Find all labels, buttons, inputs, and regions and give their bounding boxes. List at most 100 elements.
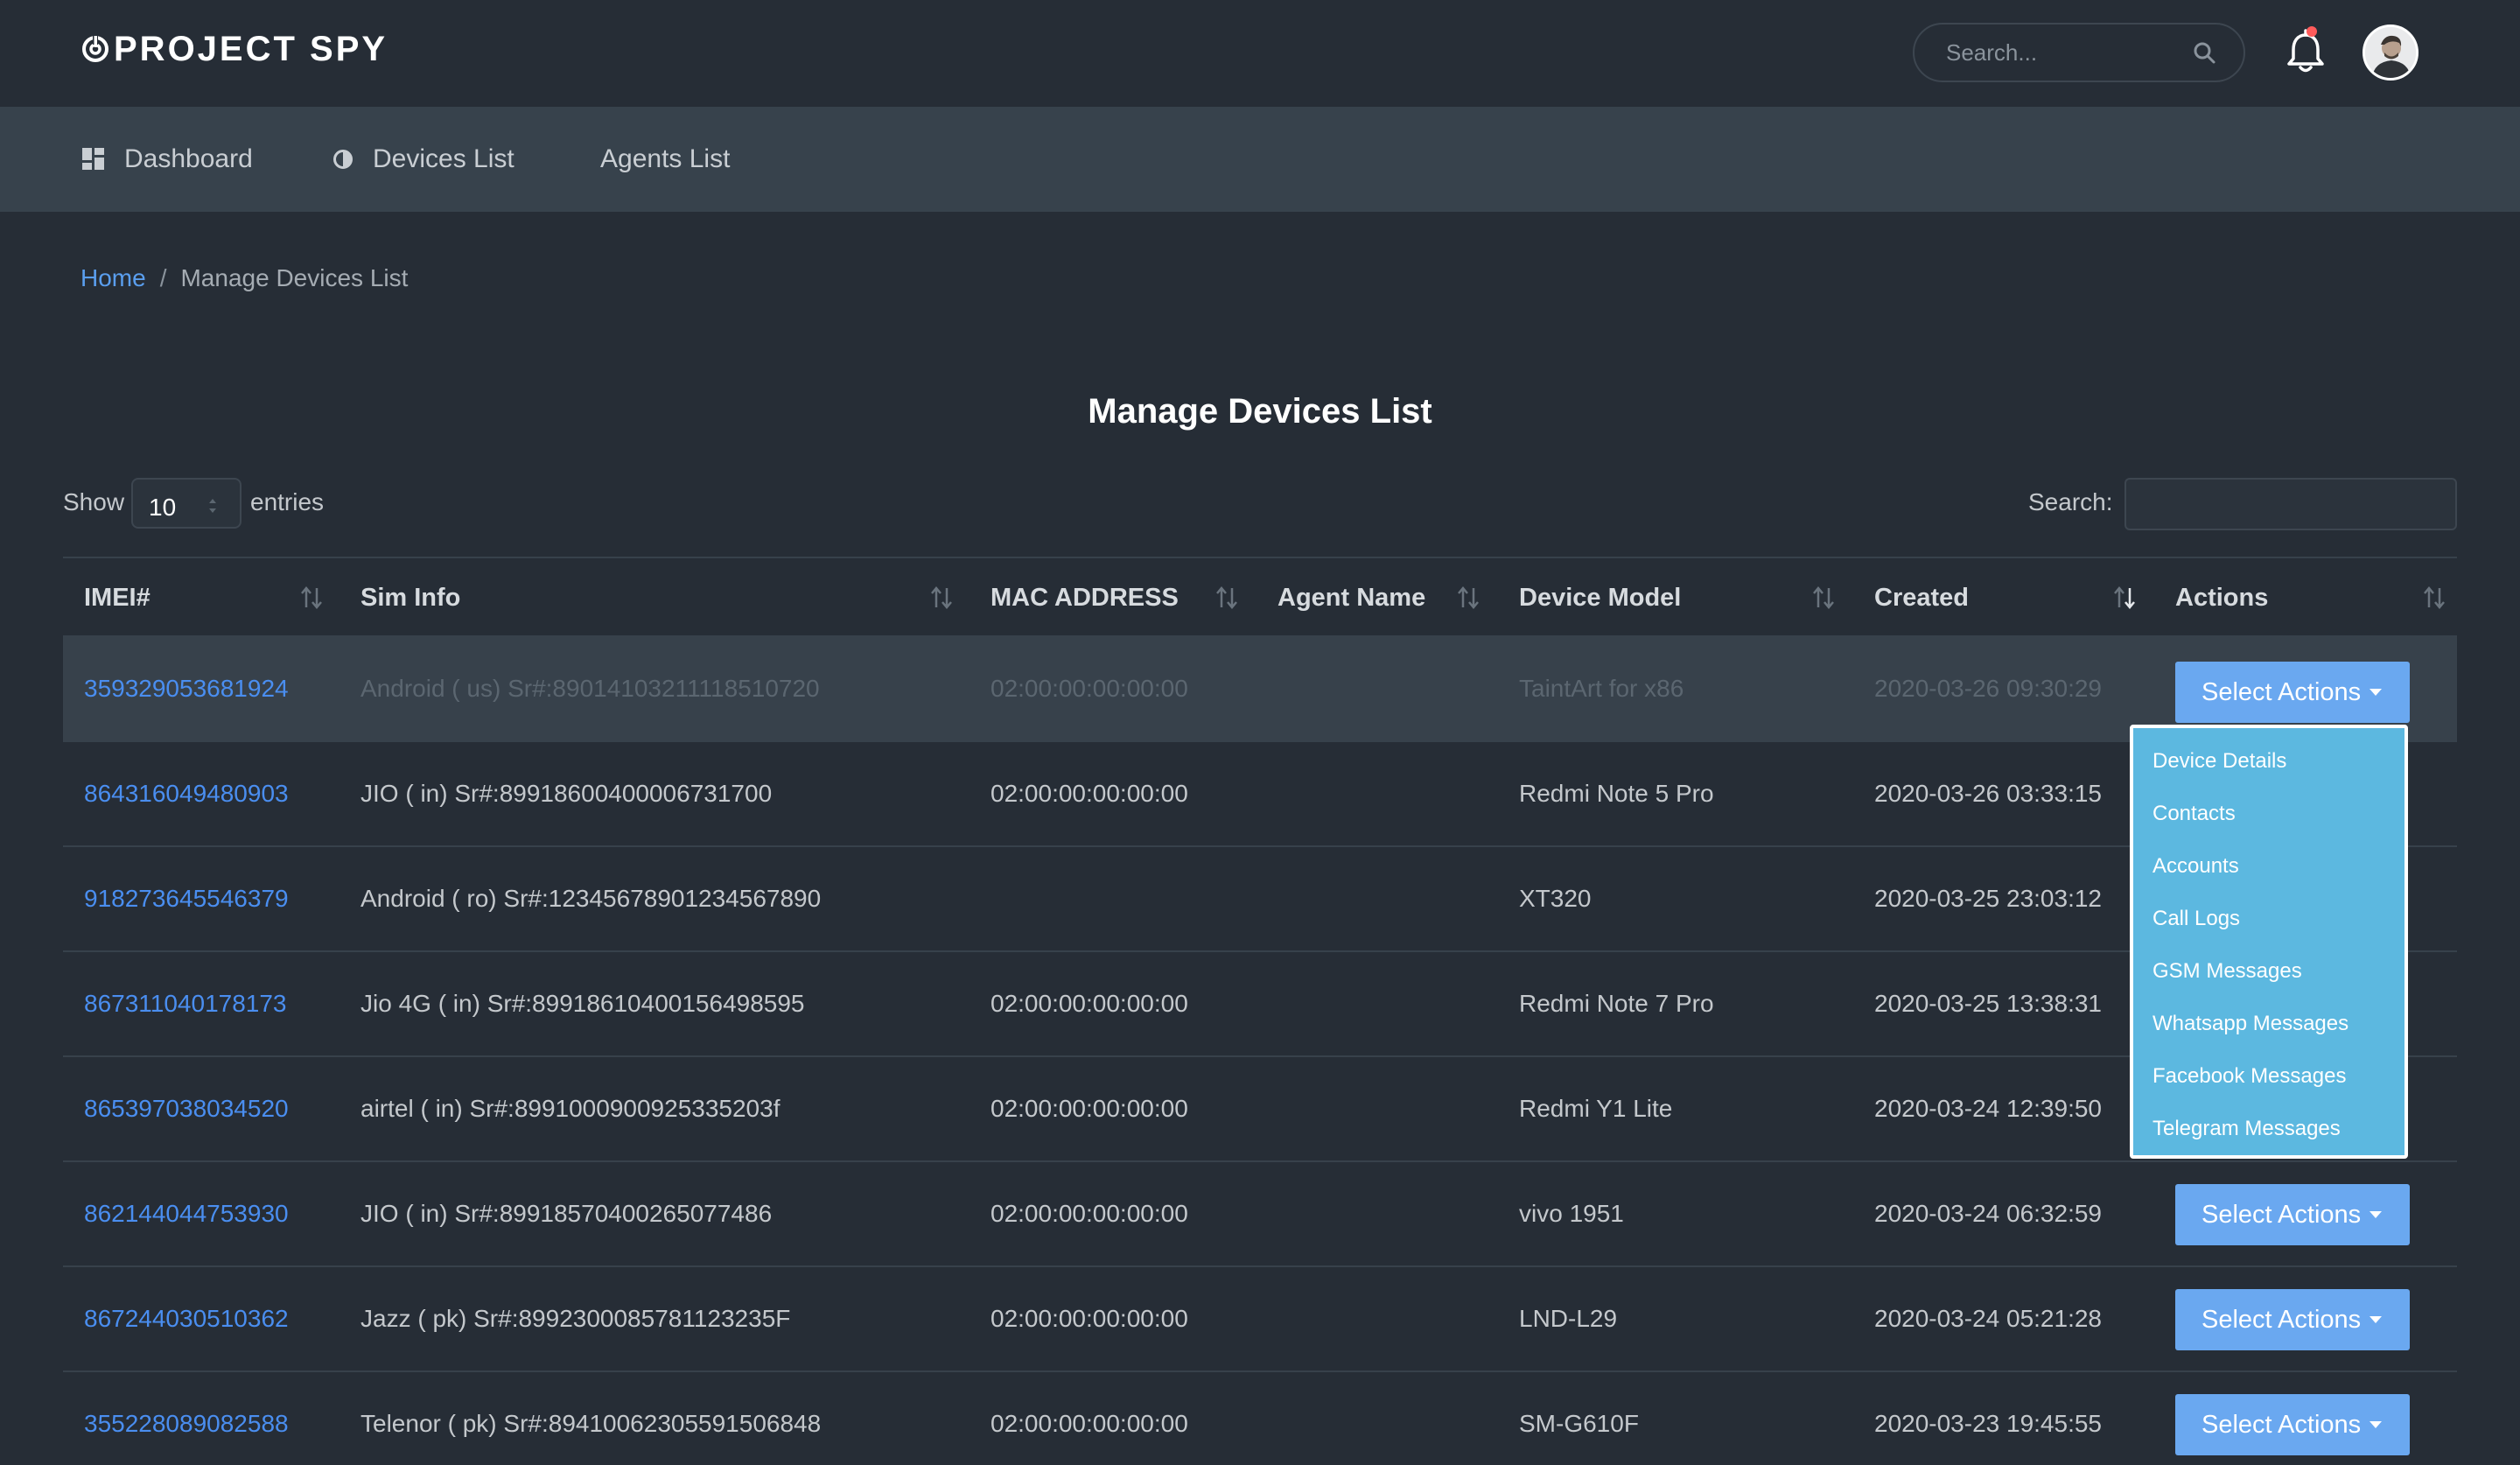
device-model-cell: Redmi Note 7 Pro <box>1519 990 1714 1017</box>
column-header-device-model[interactable]: Device Model <box>1519 558 1681 637</box>
menu-item-telegram-messages[interactable]: Telegram Messages <box>2152 1111 2341 1146</box>
sort-icon[interactable] <box>1456 585 1480 611</box>
brand-logo[interactable]: PROJECT SPY <box>80 30 388 68</box>
breadcrumb-current: Manage Devices List <box>180 264 409 291</box>
column-header-sim-info[interactable]: Sim Info <box>360 558 460 637</box>
created-cell: 2020-03-25 23:03:12 <box>1874 885 2102 912</box>
nav-item-label: Devices List <box>373 144 514 173</box>
imei-link[interactable]: 864316049480903 <box>84 742 289 845</box>
table-search-input[interactable] <box>2124 478 2457 530</box>
select-actions-button[interactable]: Select Actions <box>2175 1289 2410 1350</box>
nav-item-agents-list[interactable]: Agents List <box>600 107 730 212</box>
column-header-agent-name[interactable]: Agent Name <box>1278 558 1425 637</box>
menu-item-accounts[interactable]: Accounts <box>2152 849 2239 884</box>
nav-item-label: Agents List <box>600 144 731 173</box>
created-cell: 2020-03-26 09:30:29 <box>1874 675 2102 702</box>
imei-link[interactable]: 865397038034520 <box>84 1057 289 1160</box>
mac-address-cell: 02:00:00:00:00:00 <box>990 780 1188 807</box>
sort-icon[interactable] <box>1214 585 1239 611</box>
sim-info-cell: JIO ( in) Sr#:89918600400006731700 <box>360 780 773 807</box>
select-actions-button[interactable]: Select Actions <box>2175 1184 2410 1245</box>
table-search-label: Search: <box>2028 488 2113 515</box>
created-cell: 2020-03-24 06:32:59 <box>1874 1200 2102 1227</box>
breadcrumb-separator: / <box>159 264 167 291</box>
menu-item-gsm-messages[interactable]: GSM Messages <box>2152 954 2302 989</box>
page-title: Manage Devices List <box>1088 392 1432 431</box>
created-cell: 2020-03-26 03:33:15 <box>1874 780 2102 807</box>
select-actions-label: Select Actions <box>2202 1410 2362 1439</box>
table-header: IMEI# Sim Info MAC ADDRESS Agent Name De… <box>63 557 2457 637</box>
select-actions-button[interactable]: Select Actions <box>2175 662 2410 723</box>
brand-name: PROJECT SPY <box>114 29 388 68</box>
device-model-cell: LND-L29 <box>1519 1305 1618 1332</box>
sort-icon[interactable] <box>2422 585 2446 611</box>
sim-info-cell: Android ( us) Sr#:8901410321111851072​0 <box>360 675 820 702</box>
sort-desc-icon[interactable] <box>2112 585 2137 611</box>
column-header-actions[interactable]: Actions <box>2175 558 2268 637</box>
created-cell: 2020-03-25 13:38:31 <box>1874 990 2102 1017</box>
table-row[interactable]: 355228089082588 Telenor ( pk) Sr#:894100… <box>63 1372 2457 1465</box>
mac-address-cell: 02:00:00:00:00:00 <box>990 990 1188 1017</box>
created-cell: 2020-03-24 12:39:50 <box>1874 1095 2102 1122</box>
mac-address-cell: 02:00:00:00:00:00 <box>990 1410 1188 1437</box>
imei-link[interactable]: 359329053681924 <box>84 637 289 740</box>
breadcrumb-home-link[interactable]: Home <box>80 264 146 292</box>
table-row[interactable]: 359329053681924 Android ( us) Sr#:890141… <box>63 637 2457 742</box>
menu-item-facebook-messages[interactable]: Facebook Messages <box>2152 1059 2346 1094</box>
menu-item-device-details[interactable]: Device Details <box>2152 744 2286 779</box>
mac-address-cell: 02:00:00:00:00:00 <box>990 1095 1188 1122</box>
select-actions-button[interactable]: Select Actions <box>2175 1394 2410 1455</box>
header-search-input[interactable] <box>1946 35 2191 70</box>
power-logo-icon <box>82 34 108 62</box>
search-icon[interactable] <box>2190 39 2220 68</box>
notification-bell-icon[interactable] <box>2284 28 2328 75</box>
table-row[interactable]: 867311040178173 Jio 4G ( in) Sr#:8991861… <box>63 952 2457 1057</box>
sim-info-cell: Android ( ro) Sr#:12345678901234567890 <box>360 885 822 912</box>
table-row[interactable]: 918273645546379 Android ( ro) Sr#:123456… <box>63 847 2457 952</box>
main-nav: Dashboard Devices List Agents List <box>0 107 2520 212</box>
caret-down-icon <box>2370 689 2382 696</box>
table-row[interactable]: 862144044753930 JIO ( in) Sr#:8991857040… <box>63 1162 2457 1267</box>
caret-down-icon <box>2370 1421 2382 1428</box>
menu-item-whatsapp-messages[interactable]: Whatsapp Messages <box>2152 1006 2348 1041</box>
sort-icon[interactable] <box>1811 585 1836 611</box>
top-bar: PROJECT SPY <box>0 0 2520 107</box>
device-model-cell: SM-G610F <box>1519 1410 1639 1437</box>
entries-selected-value: 10 <box>149 494 177 521</box>
devices-icon <box>333 150 353 169</box>
imei-link[interactable]: 867244030510362 <box>84 1267 289 1370</box>
device-model-cell: TaintArt for x86 <box>1519 675 1684 702</box>
avatar-photo-icon <box>2365 27 2416 78</box>
select-actions-label: Select Actions <box>2202 1305 2362 1334</box>
notification-badge <box>2306 26 2317 37</box>
sort-icon[interactable] <box>929 585 954 611</box>
created-cell: 2020-03-23 19:45:55 <box>1874 1410 2102 1437</box>
user-avatar[interactable] <box>2362 25 2418 81</box>
imei-link[interactable]: 918273645546379 <box>84 847 289 950</box>
sort-icon[interactable] <box>299 585 324 611</box>
table-row[interactable]: 867244030510362 Jazz ( pk) Sr#:899230008… <box>63 1267 2457 1372</box>
column-header-created[interactable]: Created <box>1874 558 1969 637</box>
column-header-imei[interactable]: IMEI# <box>84 558 150 637</box>
column-header-mac-address[interactable]: MAC ADDRESS <box>990 558 1179 637</box>
header-search[interactable] <box>1913 23 2245 82</box>
imei-link[interactable]: 355228089082588 <box>84 1372 289 1465</box>
nav-item-devices-list[interactable]: Devices List <box>332 107 514 212</box>
device-model-cell: vivo 1951 <box>1519 1200 1624 1227</box>
menu-item-contacts[interactable]: Contacts <box>2152 796 2236 831</box>
caret-down-icon <box>2370 1316 2382 1323</box>
entries-per-page-select[interactable]: 10 <box>131 478 242 529</box>
mac-address-cell: 02:00:00:00:00:00 <box>990 1200 1188 1227</box>
table-row[interactable]: 865397038034520 airtel ( in) Sr#:8991000… <box>63 1057 2457 1162</box>
imei-link[interactable]: 862144044753930 <box>84 1162 289 1265</box>
sim-info-cell: JIO ( in) Sr#:89918570400265077486 <box>360 1200 773 1227</box>
imei-link[interactable]: 867311040178173 <box>84 952 287 1055</box>
nav-item-dashboard[interactable]: Dashboard <box>82 107 253 212</box>
nav-item-label: Dashboard <box>124 144 253 173</box>
device-model-cell: Redmi Note 5 Pro <box>1519 780 1714 807</box>
entries-label: entries <box>250 488 325 515</box>
sim-info-cell: Jio 4G ( in) Sr#:89918610400156498595 <box>360 990 805 1017</box>
table-row[interactable]: 864316049480903 JIO ( in) Sr#:8991860040… <box>63 742 2457 847</box>
created-cell: 2020-03-24 05:21:28 <box>1874 1305 2102 1332</box>
menu-item-call-logs[interactable]: Call Logs <box>2152 901 2240 936</box>
